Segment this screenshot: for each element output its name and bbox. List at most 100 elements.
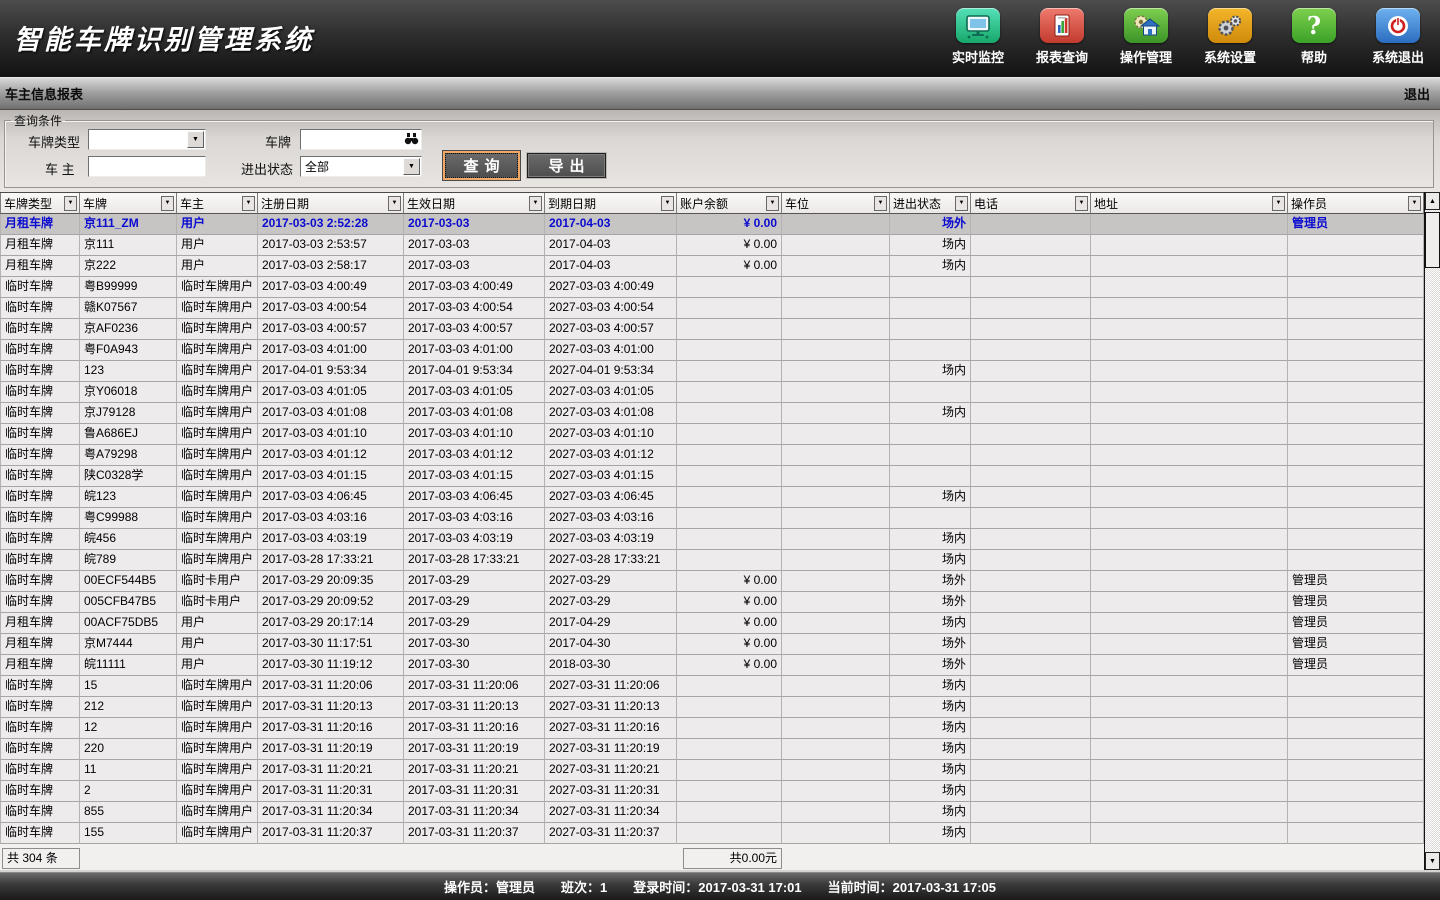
table-cell [1091, 718, 1288, 739]
table-cell [1091, 781, 1288, 802]
column-header[interactable]: 生效日期▼ [404, 193, 545, 214]
column-header[interactable]: 到期日期▼ [545, 193, 677, 214]
table-row[interactable]: 月租车牌00ACF75DB5用户2017-03-29 20:17:142017-… [0, 613, 1424, 634]
filter-dropdown-icon[interactable]: ▼ [529, 196, 542, 211]
column-header[interactable]: 注册日期▼ [258, 193, 404, 214]
table-row[interactable]: 临时车牌赣K07567临时车牌用户2017-03-03 4:00:542017-… [0, 298, 1424, 319]
table-row[interactable]: 临时车牌鲁A686EJ临时车牌用户2017-03-03 4:01:102017-… [0, 424, 1424, 445]
export-button[interactable]: 导出 [527, 153, 606, 178]
table-row[interactable]: 临时车牌粤A79298临时车牌用户2017-03-03 4:01:122017-… [0, 445, 1424, 466]
table-row[interactable]: 临时车牌15临时车牌用户2017-03-31 11:20:062017-03-3… [0, 676, 1424, 697]
table-row[interactable]: 临时车牌2临时车牌用户2017-03-31 11:20:312017-03-31… [0, 781, 1424, 802]
scroll-up-icon[interactable]: ▲ [1425, 192, 1440, 210]
table-row[interactable]: 月租车牌皖11111用户2017-03-30 11:19:122017-03-3… [0, 655, 1424, 676]
table-cell [1288, 781, 1424, 802]
grid-header-row: 车牌类型▼车牌▼车主▼注册日期▼生效日期▼到期日期▼账户余额▼车位▼进出状态▼电… [0, 193, 1424, 214]
owner-input[interactable] [88, 156, 206, 177]
table-cell: 2027-03-31 11:20:34 [545, 802, 677, 823]
table-cell: 2017-03-31 11:20:16 [404, 718, 545, 739]
filter-dropdown-icon[interactable]: ▼ [874, 196, 887, 211]
table-row[interactable]: 月租车牌京222用户2017-03-03 2:58:172017-03-0320… [0, 256, 1424, 277]
binoculars-search-icon[interactable] [404, 132, 419, 148]
status-shift: 班次：1 [561, 877, 607, 896]
toolbar-item-realtime-monitor[interactable]: 实时监控 [942, 8, 1014, 66]
filter-dropdown-icon[interactable]: ▼ [64, 196, 77, 211]
chevron-down-icon[interactable]: ▼ [403, 158, 420, 175]
table-cell: 临时车牌 [0, 487, 80, 508]
toolbar-item-help[interactable]: ? 帮助 [1278, 8, 1350, 66]
table-cell: 用户 [177, 214, 258, 235]
table-row[interactable]: 临时车牌京AF0236临时车牌用户2017-03-03 4:00:572017-… [0, 319, 1424, 340]
column-header-label: 账户余额 [680, 195, 728, 212]
table-cell: 场内 [890, 739, 971, 760]
table-row[interactable]: 临时车牌212临时车牌用户2017-03-31 11:20:132017-03-… [0, 697, 1424, 718]
filter-dropdown-icon[interactable]: ▼ [388, 196, 401, 211]
table-cell: 2017-03-03 4:00:49 [404, 277, 545, 298]
filter-dropdown-icon[interactable]: ▼ [161, 196, 174, 211]
toolbar-item-system-settings[interactable]: 系统设置 [1194, 8, 1266, 66]
table-row[interactable]: 临时车牌123临时车牌用户2017-04-01 9:53:342017-04-0… [0, 361, 1424, 382]
toolbar-item-system-exit[interactable]: 系统退出 [1362, 8, 1434, 66]
table-row[interactable]: 临时车牌855临时车牌用户2017-03-31 11:20:342017-03-… [0, 802, 1424, 823]
inout-status-select[interactable]: 全部 ▼ [300, 156, 422, 177]
table-cell [971, 361, 1091, 382]
table-row[interactable]: 月租车牌京M7444用户2017-03-30 11:17:512017-03-3… [0, 634, 1424, 655]
filter-dropdown-icon[interactable]: ▼ [955, 196, 968, 211]
column-header[interactable]: 进出状态▼ [890, 193, 971, 214]
table-cell: ¥ 0.00 [677, 613, 782, 634]
column-header[interactable]: 地址▼ [1091, 193, 1288, 214]
table-cell [971, 508, 1091, 529]
table-row[interactable]: 临时车牌皖123临时车牌用户2017-03-03 4:06:452017-03-… [0, 487, 1424, 508]
table-cell: 11 [80, 760, 177, 781]
table-row[interactable]: 临时车牌京Y06018临时车牌用户2017-03-03 4:01:052017-… [0, 382, 1424, 403]
table-cell [677, 277, 782, 298]
table-cell: 月租车牌 [0, 214, 80, 235]
table-cell: 临时车牌 [0, 445, 80, 466]
filter-dropdown-icon[interactable]: ▼ [766, 196, 779, 211]
plate-type-select[interactable]: ▼ [88, 129, 206, 150]
table-cell: 2017-03-31 11:20:37 [258, 823, 404, 844]
scrollbar-thumb[interactable] [1425, 212, 1440, 268]
table-cell: 场内 [890, 487, 971, 508]
filter-dropdown-icon[interactable]: ▼ [1272, 196, 1285, 211]
column-header[interactable]: 车牌▼ [80, 193, 177, 214]
table-row[interactable]: 临时车牌粤C99988临时车牌用户2017-03-03 4:03:162017-… [0, 508, 1424, 529]
filter-dropdown-icon[interactable]: ▼ [1075, 196, 1088, 211]
table-row[interactable]: 临时车牌皖456临时车牌用户2017-03-03 4:03:192017-03-… [0, 529, 1424, 550]
toolbar-item-report-query[interactable]: 报表查询 [1026, 8, 1098, 66]
table-row[interactable]: 临时车牌155临时车牌用户2017-03-31 11:20:372017-03-… [0, 823, 1424, 844]
chevron-down-icon[interactable]: ▼ [187, 131, 204, 148]
toolbar-item-operation-management[interactable]: 操作管理 [1110, 8, 1182, 66]
column-header[interactable]: 账户余额 ▼ [677, 193, 782, 214]
table-row[interactable]: 临时车牌220临时车牌用户2017-03-31 11:20:192017-03-… [0, 739, 1424, 760]
table-cell: 临时车牌 [0, 403, 80, 424]
table-cell: 2017-03-31 11:20:16 [258, 718, 404, 739]
vertical-scrollbar[interactable]: ▲ ▼ [1424, 192, 1440, 870]
table-cell [971, 571, 1091, 592]
table-row[interactable]: 临时车牌005CFB47B5临时卡用户2017-03-29 20:09:5220… [0, 592, 1424, 613]
column-header[interactable]: 操作员▼ [1288, 193, 1424, 214]
table-cell: 2017-03-03 4:03:19 [404, 529, 545, 550]
scroll-down-icon[interactable]: ▼ [1425, 852, 1440, 870]
table-row[interactable]: 临时车牌粤B99999临时车牌用户2017-03-03 4:00:492017-… [0, 277, 1424, 298]
table-row[interactable]: 临时车牌11临时车牌用户2017-03-31 11:20:212017-03-3… [0, 760, 1424, 781]
filter-dropdown-icon[interactable]: ▼ [1408, 196, 1421, 211]
table-row[interactable]: 临时车牌皖789临时车牌用户2017-03-28 17:33:212017-03… [0, 550, 1424, 571]
table-row[interactable]: 月租车牌京111_ZM用户2017-03-03 2:52:282017-03-0… [0, 214, 1424, 235]
table-row[interactable]: 临时车牌00ECF544B5临时卡用户2017-03-29 20:09:3520… [0, 571, 1424, 592]
table-row[interactable]: 临时车牌陕C0328学临时车牌用户2017-03-03 4:01:152017-… [0, 466, 1424, 487]
table-row[interactable]: 临时车牌京J79128临时车牌用户2017-03-03 4:01:082017-… [0, 403, 1424, 424]
table-cell [1091, 235, 1288, 256]
filter-dropdown-icon[interactable]: ▼ [242, 196, 255, 211]
filter-dropdown-icon[interactable]: ▼ [661, 196, 674, 211]
table-row[interactable]: 临时车牌12临时车牌用户2017-03-31 11:20:162017-03-3… [0, 718, 1424, 739]
query-button[interactable]: 查询 [445, 153, 518, 178]
column-header[interactable]: 车牌类型▼ [0, 193, 80, 214]
table-cell: ¥ 0.00 [677, 592, 782, 613]
table-row[interactable]: 临时车牌粤F0A943临时车牌用户2017-03-03 4:01:002017-… [0, 340, 1424, 361]
column-header[interactable]: 车位▼ [782, 193, 890, 214]
column-header[interactable]: 电话▼ [971, 193, 1091, 214]
table-row[interactable]: 月租车牌京111用户2017-03-03 2:53:572017-03-0320… [0, 235, 1424, 256]
column-header[interactable]: 车主▼ [177, 193, 258, 214]
exit-link[interactable]: 退出 [1404, 84, 1430, 103]
